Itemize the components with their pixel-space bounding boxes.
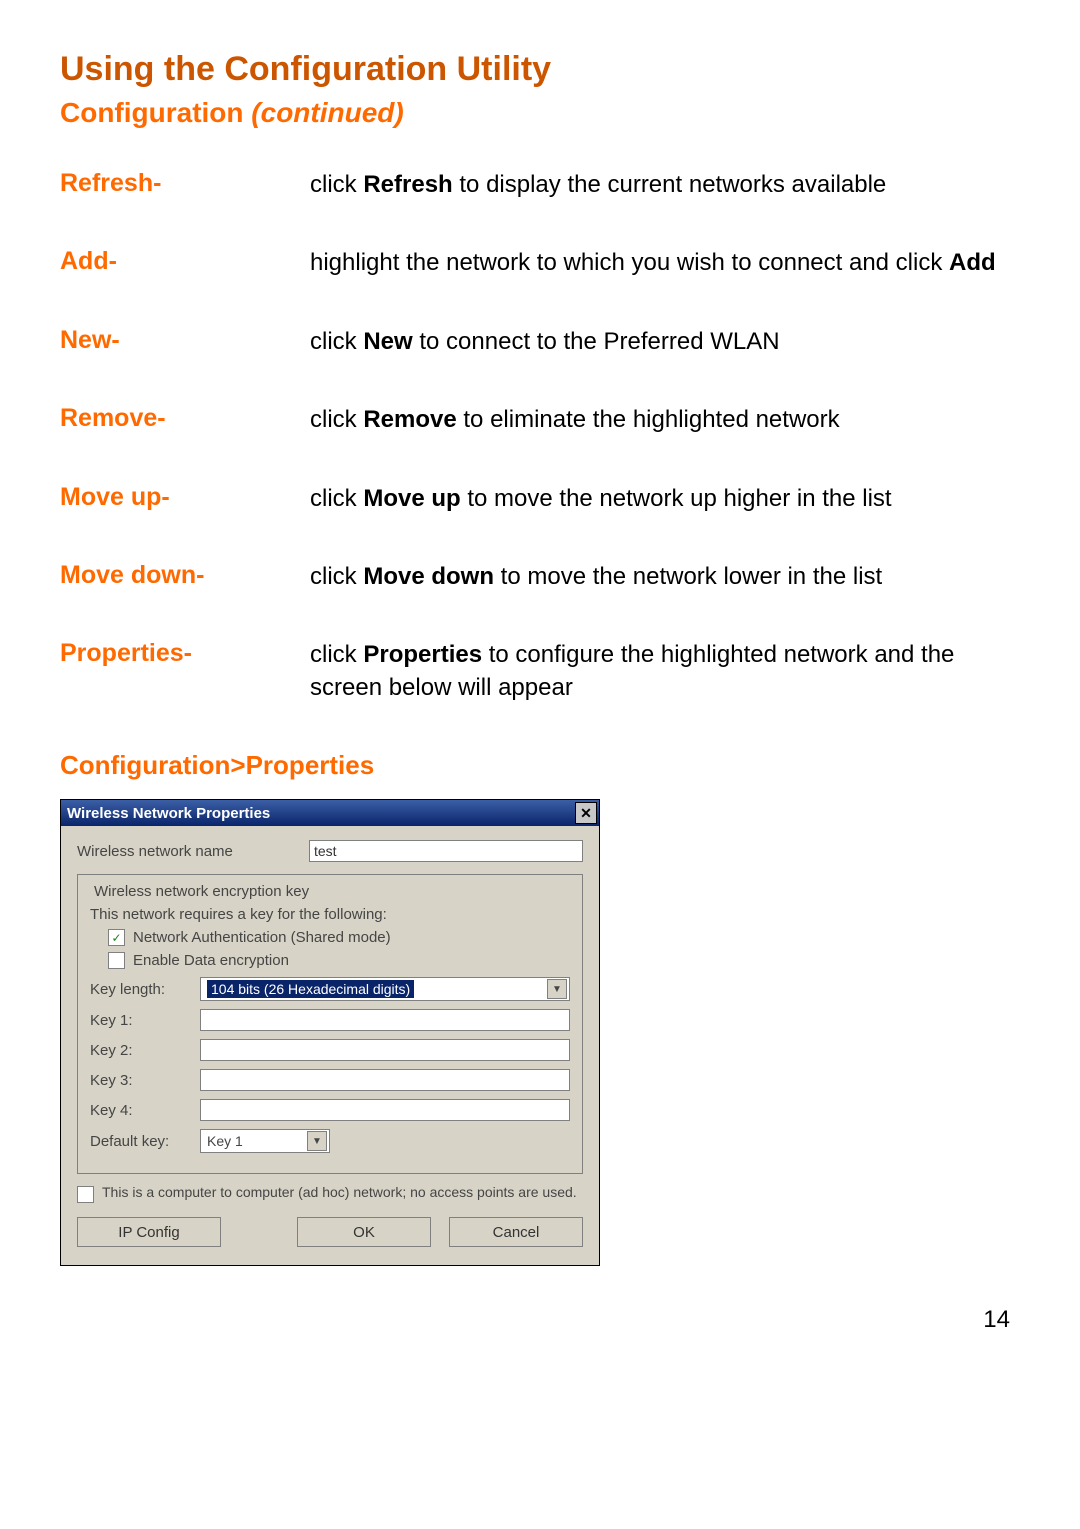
term-label: Add- xyxy=(60,247,310,276)
key-length-label: Key length: xyxy=(90,981,190,998)
adhoc-checkbox-row[interactable]: This is a computer to computer (ad hoc) … xyxy=(77,1184,583,1203)
auth-checkbox-label: Network Authentication (Shared mode) xyxy=(133,929,391,946)
select-value: 104 bits (26 Hexadecimal digits) xyxy=(207,980,414,998)
ok-button[interactable]: OK xyxy=(297,1217,431,1247)
page-number: 14 xyxy=(60,1306,1020,1334)
term-label: New- xyxy=(60,326,310,355)
encryption-group: Wireless network encryption key This net… xyxy=(77,874,583,1174)
page-subtitle: Configuration (continued) xyxy=(60,97,1020,129)
network-name-row: Wireless network name test xyxy=(77,840,583,862)
definition-row: Add- highlight the network to which you … xyxy=(60,247,1020,279)
term-desc: click Move down to move the network lowe… xyxy=(310,561,1020,593)
key-label: Key 1: xyxy=(90,1012,190,1029)
default-key-select[interactable]: Key 1 ▼ xyxy=(200,1129,330,1153)
subtitle-plain: Configuration xyxy=(60,97,251,128)
term-desc: click Properties to configure the highli… xyxy=(310,639,1020,704)
chevron-down-icon[interactable]: ▼ xyxy=(547,979,567,999)
dialog-body: Wireless network name test Wireless netw… xyxy=(61,826,599,1265)
definition-row: Move down- click Move down to move the n… xyxy=(60,561,1020,593)
select-value: Key 1 xyxy=(207,1133,243,1149)
page-title: Using the Configuration Utility xyxy=(60,50,1020,89)
checkbox-icon[interactable] xyxy=(77,1186,94,1203)
definition-row: Properties- click Properties to configur… xyxy=(60,639,1020,704)
default-key-row: Default key: Key 1 ▼ xyxy=(90,1129,570,1153)
key-length-row: Key length: 104 bits (26 Hexadecimal dig… xyxy=(90,977,570,1001)
default-key-label: Default key: xyxy=(90,1133,190,1150)
checkbox-icon[interactable]: ✓ xyxy=(108,929,125,946)
definition-row: New- click New to connect to the Preferr… xyxy=(60,326,1020,358)
wireless-properties-dialog: Wireless Network Properties ✕ Wireless n… xyxy=(60,799,600,1266)
key-length-select[interactable]: 104 bits (26 Hexadecimal digits) ▼ xyxy=(200,977,570,1001)
term-label: Move up- xyxy=(60,483,310,512)
key3-input[interactable] xyxy=(200,1069,570,1091)
chevron-down-icon[interactable]: ▼ xyxy=(307,1131,327,1151)
page-container: Using the Configuration Utility Configur… xyxy=(0,0,1080,1374)
key-label: Key 4: xyxy=(90,1102,190,1119)
term-label: Remove- xyxy=(60,404,310,433)
term-desc: click New to connect to the Preferred WL… xyxy=(310,326,1020,358)
adhoc-label: This is a computer to computer (ad hoc) … xyxy=(102,1184,577,1202)
checkbox-icon[interactable] xyxy=(108,952,125,969)
definition-list: Refresh- click Refresh to display the cu… xyxy=(60,169,1020,704)
auth-checkbox-row[interactable]: ✓ Network Authentication (Shared mode) xyxy=(90,929,570,946)
section-heading: Configuration>Properties xyxy=(60,750,1020,781)
dialog-title: Wireless Network Properties xyxy=(67,805,270,822)
definition-row: Remove- click Remove to eliminate the hi… xyxy=(60,404,1020,436)
ip-config-button[interactable]: IP Config xyxy=(77,1217,221,1247)
key-row: Key 4: xyxy=(90,1099,570,1121)
term-desc: click Remove to eliminate the highlighte… xyxy=(310,404,1020,436)
key4-input[interactable] xyxy=(200,1099,570,1121)
definition-row: Move up- click Move up to move the netwo… xyxy=(60,483,1020,515)
term-desc: highlight the network to which you wish … xyxy=(310,247,1020,279)
dialog-titlebar[interactable]: Wireless Network Properties ✕ xyxy=(61,800,599,826)
group-legend: Wireless network encryption key xyxy=(90,883,313,900)
dialog-button-row: IP Config OK Cancel xyxy=(77,1217,583,1247)
term-label: Refresh- xyxy=(60,169,310,198)
key1-input[interactable] xyxy=(200,1009,570,1031)
key-row: Key 3: xyxy=(90,1069,570,1091)
subtitle-italic: (continued) xyxy=(251,97,403,128)
close-icon[interactable]: ✕ xyxy=(575,802,597,824)
network-name-input[interactable]: test xyxy=(309,840,583,862)
term-desc: click Move up to move the network up hig… xyxy=(310,483,1020,515)
key-row: Key 2: xyxy=(90,1039,570,1061)
term-desc: click Refresh to display the current net… xyxy=(310,169,1020,201)
key-row: Key 1: xyxy=(90,1009,570,1031)
term-label: Move down- xyxy=(60,561,310,590)
term-label: Properties- xyxy=(60,639,310,668)
key-label: Key 2: xyxy=(90,1042,190,1059)
enc-checkbox-label: Enable Data encryption xyxy=(133,952,289,969)
key2-input[interactable] xyxy=(200,1039,570,1061)
group-intro: This network requires a key for the foll… xyxy=(90,906,570,923)
enc-checkbox-row[interactable]: Enable Data encryption xyxy=(90,952,570,969)
cancel-button[interactable]: Cancel xyxy=(449,1217,583,1247)
definition-row: Refresh- click Refresh to display the cu… xyxy=(60,169,1020,201)
network-name-label: Wireless network name xyxy=(77,843,297,860)
key-label: Key 3: xyxy=(90,1072,190,1089)
